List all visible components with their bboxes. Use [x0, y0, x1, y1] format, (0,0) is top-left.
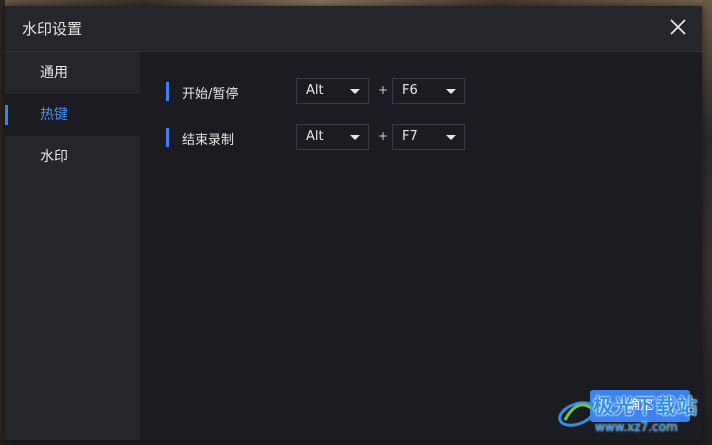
modifier-select[interactable]: Alt — [296, 78, 369, 104]
sidebar-item-hotkeys[interactable]: 热键 — [5, 94, 140, 136]
hotkey-row-stop-recording: 结束录制 Alt + F7 — [166, 124, 506, 152]
close-button[interactable] — [666, 15, 690, 39]
caret-down-icon — [446, 89, 456, 94]
caret-down-icon — [350, 135, 360, 140]
confirm-button[interactable]: 确定 — [590, 390, 690, 422]
modifier-select[interactable]: Alt — [296, 124, 369, 150]
settings-sidebar: 通用 热键 水印 — [5, 52, 140, 440]
background-app-bottom — [0, 440, 712, 445]
close-icon — [670, 19, 686, 35]
sidebar-item-label: 热键 — [40, 107, 68, 123]
caret-down-icon — [446, 135, 456, 140]
row-marker — [166, 128, 169, 147]
caret-down-icon — [350, 89, 360, 94]
modifier-value: Alt — [306, 129, 324, 144]
dialog-titlebar: 水印设置 — [5, 6, 702, 52]
sidebar-item-general[interactable]: 通用 — [5, 52, 140, 94]
key-value: F6 — [402, 83, 418, 98]
row-marker — [166, 82, 169, 101]
background-app-right — [702, 0, 712, 445]
settings-dialog: 水印设置 通用 热键 水印 开始/暂停 Alt + F6 结束录制 Alt + … — [5, 6, 702, 440]
key-select[interactable]: F7 — [392, 124, 465, 150]
hotkey-label: 结束录制 — [182, 133, 235, 148]
plus-sign: + — [378, 129, 389, 143]
hotkey-row-start-pause: 开始/暂停 Alt + F6 — [166, 78, 506, 106]
key-value: F7 — [402, 129, 418, 144]
key-select[interactable]: F6 — [392, 78, 465, 104]
plus-sign: + — [378, 83, 389, 97]
dialog-title: 水印设置 — [22, 20, 83, 38]
modifier-value: Alt — [306, 83, 324, 98]
sidebar-item-label: 水印 — [40, 149, 68, 165]
hotkey-label: 开始/暂停 — [182, 87, 239, 102]
sidebar-item-watermark[interactable]: 水印 — [5, 136, 140, 178]
sidebar-item-label: 通用 — [40, 65, 68, 81]
